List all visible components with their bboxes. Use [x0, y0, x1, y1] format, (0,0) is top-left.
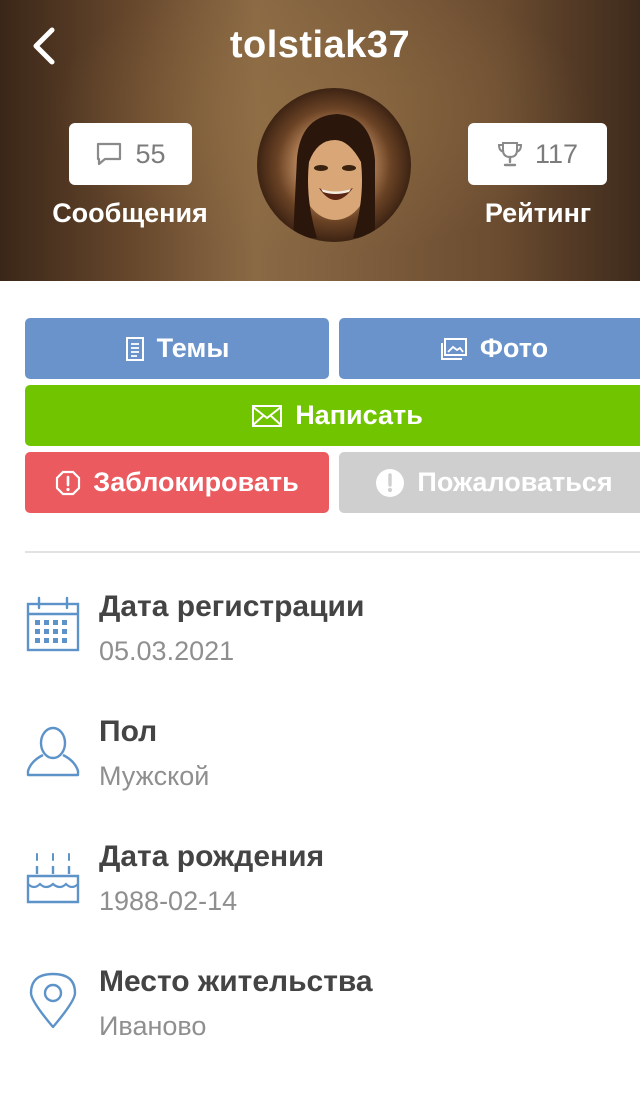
speech-bubble-icon: [97, 142, 122, 166]
report-label: Пожаловаться: [417, 467, 613, 497]
block-icon: [56, 470, 81, 495]
block-label: Заблокировать: [93, 467, 299, 497]
messages-count-box[interactable]: 55: [69, 123, 192, 185]
document-icon: [125, 336, 144, 361]
trophy-icon: [497, 142, 522, 167]
profile-username: tolstiak37: [229, 24, 411, 66]
info-row-birthday: Дата рождения 1988-02-14: [0, 840, 640, 950]
envelope-icon: [252, 404, 283, 427]
info-row-registration: Дата регистрации 05.03.2021: [0, 590, 640, 700]
info-row-gender: Пол Мужской: [0, 715, 640, 825]
photo-button[interactable]: Фото: [339, 318, 640, 379]
info-row-location: Место жительства Иваново: [0, 965, 640, 1075]
messages-label: Сообщения: [52, 198, 208, 228]
photo-icon: [440, 337, 467, 360]
exclamation-circle-icon: [376, 468, 405, 497]
residence-title: Место жительства: [99, 965, 373, 998]
birth-date-value: 1988-02-14: [99, 886, 238, 916]
user-icon: [26, 726, 80, 777]
photo-label: Фото: [479, 333, 549, 363]
block-button[interactable]: Заблокировать: [25, 452, 329, 513]
birth-date-title: Дата рождения: [99, 840, 325, 873]
residence-value: Иваново: [99, 1011, 207, 1041]
avatar[interactable]: [257, 88, 411, 242]
location-pin-icon: [29, 972, 77, 1029]
rating-count-box[interactable]: 117: [468, 123, 607, 185]
registration-date-value: 05.03.2021: [99, 636, 235, 666]
divider: [25, 551, 640, 553]
birthday-cake-icon: [26, 853, 80, 904]
topics-button[interactable]: Темы: [25, 318, 329, 379]
gender-title: Пол: [99, 715, 158, 748]
write-message-button[interactable]: Написать: [25, 385, 640, 446]
topics-label: Темы: [156, 333, 230, 363]
rating-label: Рейтинг: [484, 198, 592, 228]
gender-value: Мужской: [99, 761, 210, 791]
report-button[interactable]: Пожаловаться: [339, 452, 640, 513]
rating-count: 117: [534, 138, 579, 169]
avatar-portrait: [293, 114, 375, 238]
write-label: Написать: [295, 400, 423, 430]
registration-date-title: Дата регистрации: [99, 590, 365, 623]
messages-count: 55: [135, 138, 166, 169]
calendar-icon: [26, 596, 80, 652]
profile-header: tolstiak37 55 Сообщения 117 Рейтинг: [0, 0, 640, 281]
